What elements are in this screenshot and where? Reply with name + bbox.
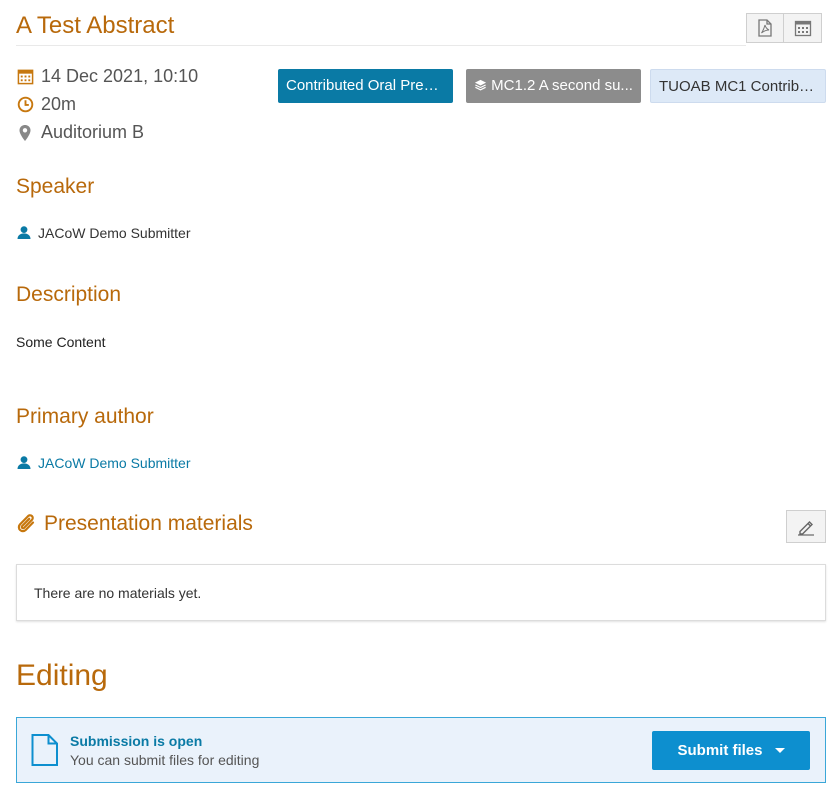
pencil-icon [798,520,814,536]
duration-row: 20m [16,94,76,115]
map-pin-icon [16,124,34,142]
edit-materials-button[interactable] [786,510,826,543]
caret-down-icon [774,748,785,753]
location-row: Auditorium B [16,122,144,143]
paperclip-icon [17,514,35,533]
primary-author-heading: Primary author [16,405,154,428]
calendar-icon [794,20,811,37]
materials-empty-text: There are no materials yet. [34,584,202,601]
calendar-icon [16,68,34,86]
materials-heading: Presentation materials [44,512,253,535]
clock-icon [16,96,34,114]
toolbar [746,13,822,43]
contribution-date: 14 Dec 2021, 10:10 [41,66,199,86]
speaker-item: JACoW Demo Submitter [16,225,190,241]
editing-heading: Editing [16,659,108,692]
user-icon [17,226,31,239]
speaker-heading: Speaker [16,175,95,198]
export-calendar-button[interactable] [784,13,822,43]
layers-icon [474,79,487,91]
session-code-tag[interactable]: TUOAB MC1 Contribut... [650,69,826,103]
file-icon [31,734,58,766]
materials-heading-row: Presentation materials [16,512,253,536]
submit-files-label: Submit files [677,742,763,759]
submission-status-box: Submission is open You can submit files … [16,717,826,783]
primary-author-link[interactable]: JACoW Demo Submitter [38,455,190,471]
export-pdf-button[interactable] [746,13,784,43]
speaker-name: JACoW Demo Submitter [38,225,191,241]
user-icon [17,456,31,469]
pdf-file-icon [758,19,772,37]
session-tag[interactable]: MC1.2 A second su... [466,69,641,103]
date-row: 14 Dec 2021, 10:10 [16,66,198,87]
session-tag-label: MC1.2 A second su... [491,77,633,94]
contribution-location: Auditorium B [41,122,145,142]
page-title: A Test Abstract [16,12,175,39]
submission-status-desc: You can submit files for editing [70,751,260,768]
contribution-type-tag[interactable]: Contributed Oral Prese... [278,69,453,103]
primary-author-item: JACoW Demo Submitter [16,455,190,471]
materials-list: There are no materials yet. [16,564,826,621]
submit-files-button[interactable]: Submit files [652,731,810,770]
description-heading: Description [16,283,122,306]
contribution-duration: 20m [41,94,77,114]
title-divider [16,45,746,46]
submission-status-title: Submission is open [70,732,203,749]
description-text: Some Content [16,334,106,350]
